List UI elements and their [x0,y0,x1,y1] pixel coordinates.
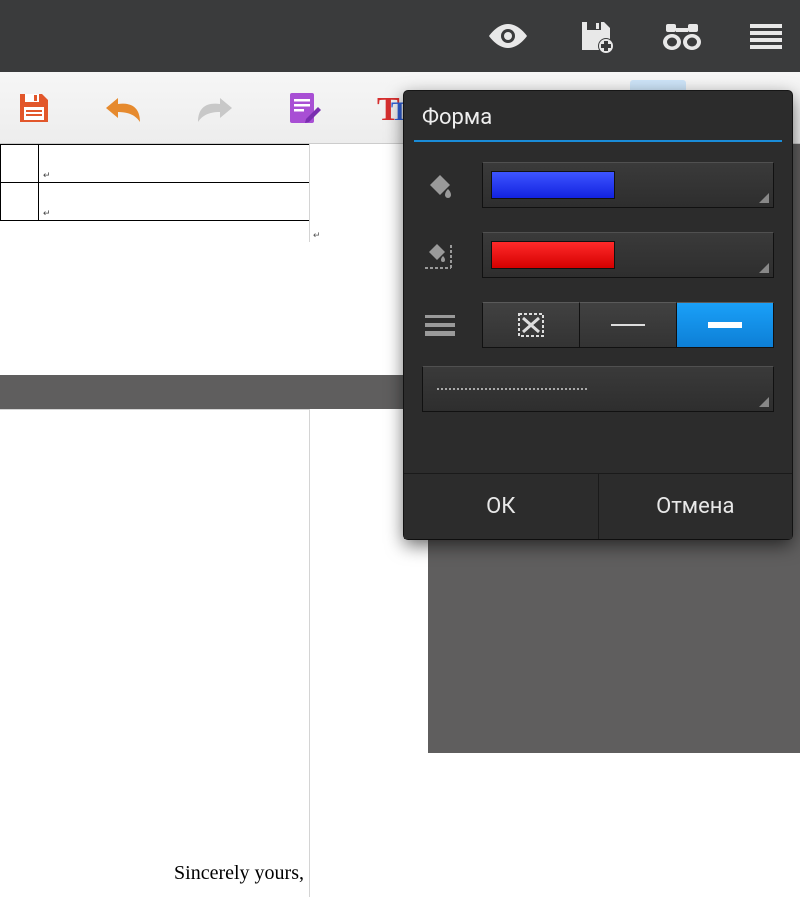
menu-icon [750,22,782,50]
binoculars-icon [662,20,702,52]
save-icon [16,90,52,126]
line-weight-row [422,296,774,354]
redo-icon [194,92,234,124]
undo-icon [104,92,144,124]
cancel-button[interactable]: Отмена [599,474,793,539]
menu-button[interactable] [750,22,782,50]
dotted-line-preview [437,388,587,390]
dialog-title: Форма [404,91,792,140]
fill-color-swatch [491,171,615,199]
eye-icon [486,21,530,51]
redo-button[interactable] [190,84,238,132]
border-icon [422,238,458,272]
save-button[interactable] [578,18,614,54]
line-weight-thick[interactable] [677,302,774,348]
line-weight-none[interactable] [482,302,580,348]
paragraph-mark: ↵ [313,230,321,241]
shape-dialog: Форма [404,91,792,539]
table-row[interactable]: ↵ [1,183,310,221]
undo-button[interactable] [100,84,148,132]
toolbar-save-button[interactable] [10,84,58,132]
line-weight-thin[interactable] [580,302,677,348]
no-border-icon [516,311,546,339]
fill-color-selector[interactable] [482,162,774,208]
top-action-bar [0,0,800,72]
dialog-buttons: ОК Отмена [404,473,792,539]
page-gap [0,375,428,409]
thick-line-icon [708,321,742,329]
view-button[interactable] [486,21,530,51]
ok-button[interactable]: ОК [404,474,598,539]
save-plus-icon [578,18,614,54]
toolbar-edit-button[interactable] [280,84,328,132]
page-bottom[interactable]: Sincerely yours, [0,409,310,897]
border-color-row [422,226,774,284]
document-table[interactable]: ↵ ↵ [0,144,310,221]
line-weight-segmented [482,302,774,348]
line-style-selector[interactable] [422,366,774,412]
border-color-selector[interactable] [482,232,774,278]
thin-line-icon [611,322,645,328]
line-weight-icon [422,313,458,337]
table-row[interactable]: ↵ [1,145,310,183]
border-color-swatch [491,241,615,269]
fill-color-row [422,156,774,214]
find-button[interactable] [662,20,702,52]
edit-icon [286,89,322,127]
closing-text[interactable]: Sincerely yours, [174,862,304,885]
fill-icon [422,169,458,201]
